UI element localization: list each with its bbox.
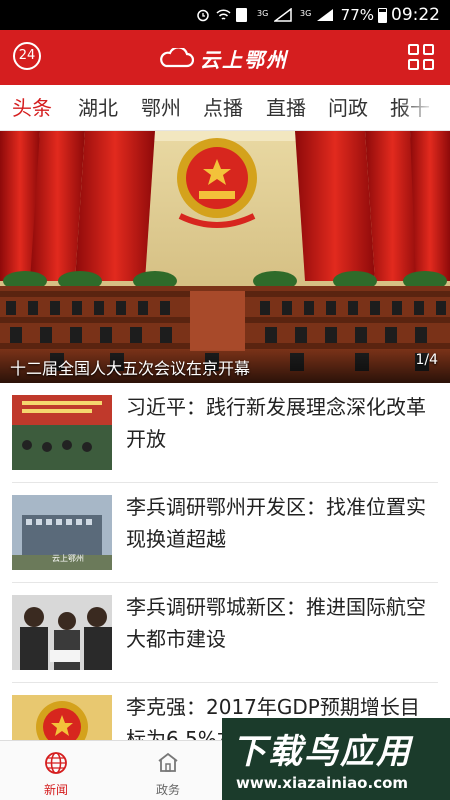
network-type: 3G [257, 9, 269, 18]
pager-current: 1 [415, 352, 425, 368]
status-bar: 3G 3G 77% 09:22 [0, 0, 450, 30]
featured-banner[interactable]: 十二届全国人大五次会议在京开幕 1/4 [0, 131, 450, 383]
clock: 09:22 [391, 5, 440, 25]
news-thumbnail [12, 595, 112, 670]
tab-live[interactable]: 直播 [266, 85, 306, 130]
network-type-2: 3G [300, 9, 312, 18]
tabs-fade [400, 85, 450, 130]
tab-on-demand[interactable]: 点播 [203, 85, 243, 130]
nav-government[interactable]: 政务 [128, 741, 208, 800]
news-thumbnail [12, 395, 112, 470]
app-logo: 云上鄂州 [158, 44, 288, 72]
tab-hubei[interactable]: 湖北 [78, 85, 118, 130]
thumbnail-watermark: 云上鄂州 [52, 554, 84, 563]
alarm-icon [197, 9, 209, 22]
news-title: 李兵调研鄂城新区：推进国际航空大都市建设 [126, 595, 426, 651]
watermark-title: 下载鸟应用 [232, 732, 412, 772]
wifi-icon [216, 9, 231, 20]
banner-pager: 1/4 [415, 352, 438, 368]
nav-news[interactable]: 新闻 [16, 741, 96, 800]
list-item[interactable]: 习近平：践行新发展理念深化改革开放 [0, 383, 450, 483]
battery-percent: 77% [340, 6, 374, 24]
news-title: 习近平：践行新发展理念深化改革开放 [126, 395, 426, 451]
app-name: 云上鄂州 [200, 47, 288, 72]
pager-total: 4 [429, 352, 438, 368]
banner-photo [0, 131, 450, 383]
app-header: 24 云上鄂州 [0, 30, 450, 85]
watermark-overlay: 下载鸟应用 www.xiazainiao.com [222, 718, 450, 800]
list-item[interactable]: 李兵调研鄂城新区：推进国际航空大都市建设 [0, 583, 450, 683]
watermark-url: www.xiazainiao.com [236, 774, 409, 792]
government-icon [158, 752, 178, 772]
24-hours-button[interactable]: 24 [13, 42, 41, 70]
news-title: 李兵调研鄂州开发区：找准位置实现换道超越 [126, 495, 426, 551]
signal-icon [274, 8, 292, 22]
list-item[interactable]: 云上鄂州 李兵调研鄂州开发区：找准位置实现换道超越 [0, 483, 450, 583]
channel-tabs: 头条 湖北 鄂州 点播 直播 问政 报十 [0, 85, 450, 131]
cloud-icon [160, 48, 194, 68]
sim-card-icon [236, 8, 247, 22]
tab-ezhou[interactable]: 鄂州 [141, 85, 181, 130]
tab-politics[interactable]: 问政 [328, 85, 368, 130]
globe-icon [45, 752, 67, 774]
nav-news-label: 新闻 [43, 783, 68, 797]
banner-caption: 十二届全国人大五次会议在京开幕 [10, 359, 251, 378]
grid-menu-icon[interactable] [408, 44, 434, 70]
news-thumbnail: 云上鄂州 [12, 495, 112, 570]
battery-icon [378, 8, 387, 23]
tab-headlines[interactable]: 头条 [12, 85, 52, 130]
nav-government-label: 政务 [155, 783, 180, 797]
signal-icon-2 [317, 9, 333, 21]
